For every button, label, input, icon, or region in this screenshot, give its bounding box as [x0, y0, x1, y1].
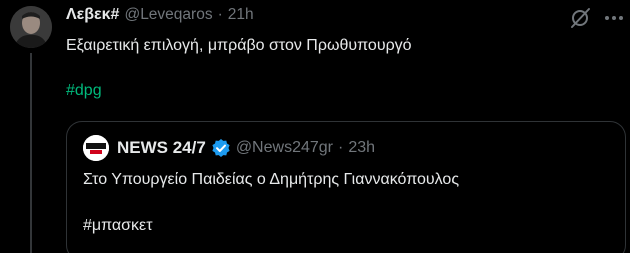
tweet-text: Εξαιρετική επιλογή, μπράβο στον Πρωθυπου… — [66, 37, 412, 54]
author-avatar[interactable] — [10, 6, 52, 48]
quoted-tweet[interactable]: NEWS 24/7 @News247gr · 23h Στο Υπουργείο… — [66, 121, 626, 253]
quoted-author-avatar[interactable] — [83, 135, 109, 161]
quoted-tweet-hashtag[interactable]: #μπασκετ — [83, 217, 153, 235]
quoted-tweet-text: Στο Υπουργείο Παιδείας ο Δημήτρης Γιαννα… — [83, 171, 460, 188]
quoted-author-display-name[interactable]: NEWS 24/7 — [117, 138, 206, 158]
separator-dot: · — [217, 6, 223, 23]
tweet[interactable]: Λεβεκ# @Leveqaros · 21h Εξαιρετική επιλο… — [0, 0, 630, 253]
tweet-header: Λεβεκ# @Leveqaros · 21h — [66, 6, 254, 24]
tweet-time[interactable]: 21h — [228, 6, 254, 24]
verified-badge-icon — [211, 138, 231, 158]
grok-slash-icon[interactable] — [566, 6, 594, 30]
quoted-separator-dot: · — [337, 139, 344, 156]
news247-logo-icon — [83, 135, 109, 161]
avatar-photo-icon — [10, 6, 52, 48]
quoted-author-handle[interactable]: @News247gr — [236, 139, 333, 157]
thread-line — [30, 53, 32, 253]
author-display-name[interactable]: Λεβεκ# — [66, 6, 119, 24]
quoted-tweet-time[interactable]: 23h — [348, 139, 375, 157]
quoted-tweet-header: NEWS 24/7 @News247gr · 23h — [117, 138, 375, 158]
more-icon[interactable] — [604, 8, 624, 28]
tweet-hashtag[interactable]: #dpg — [66, 82, 102, 100]
author-handle[interactable]: @Leveqaros — [124, 6, 212, 24]
